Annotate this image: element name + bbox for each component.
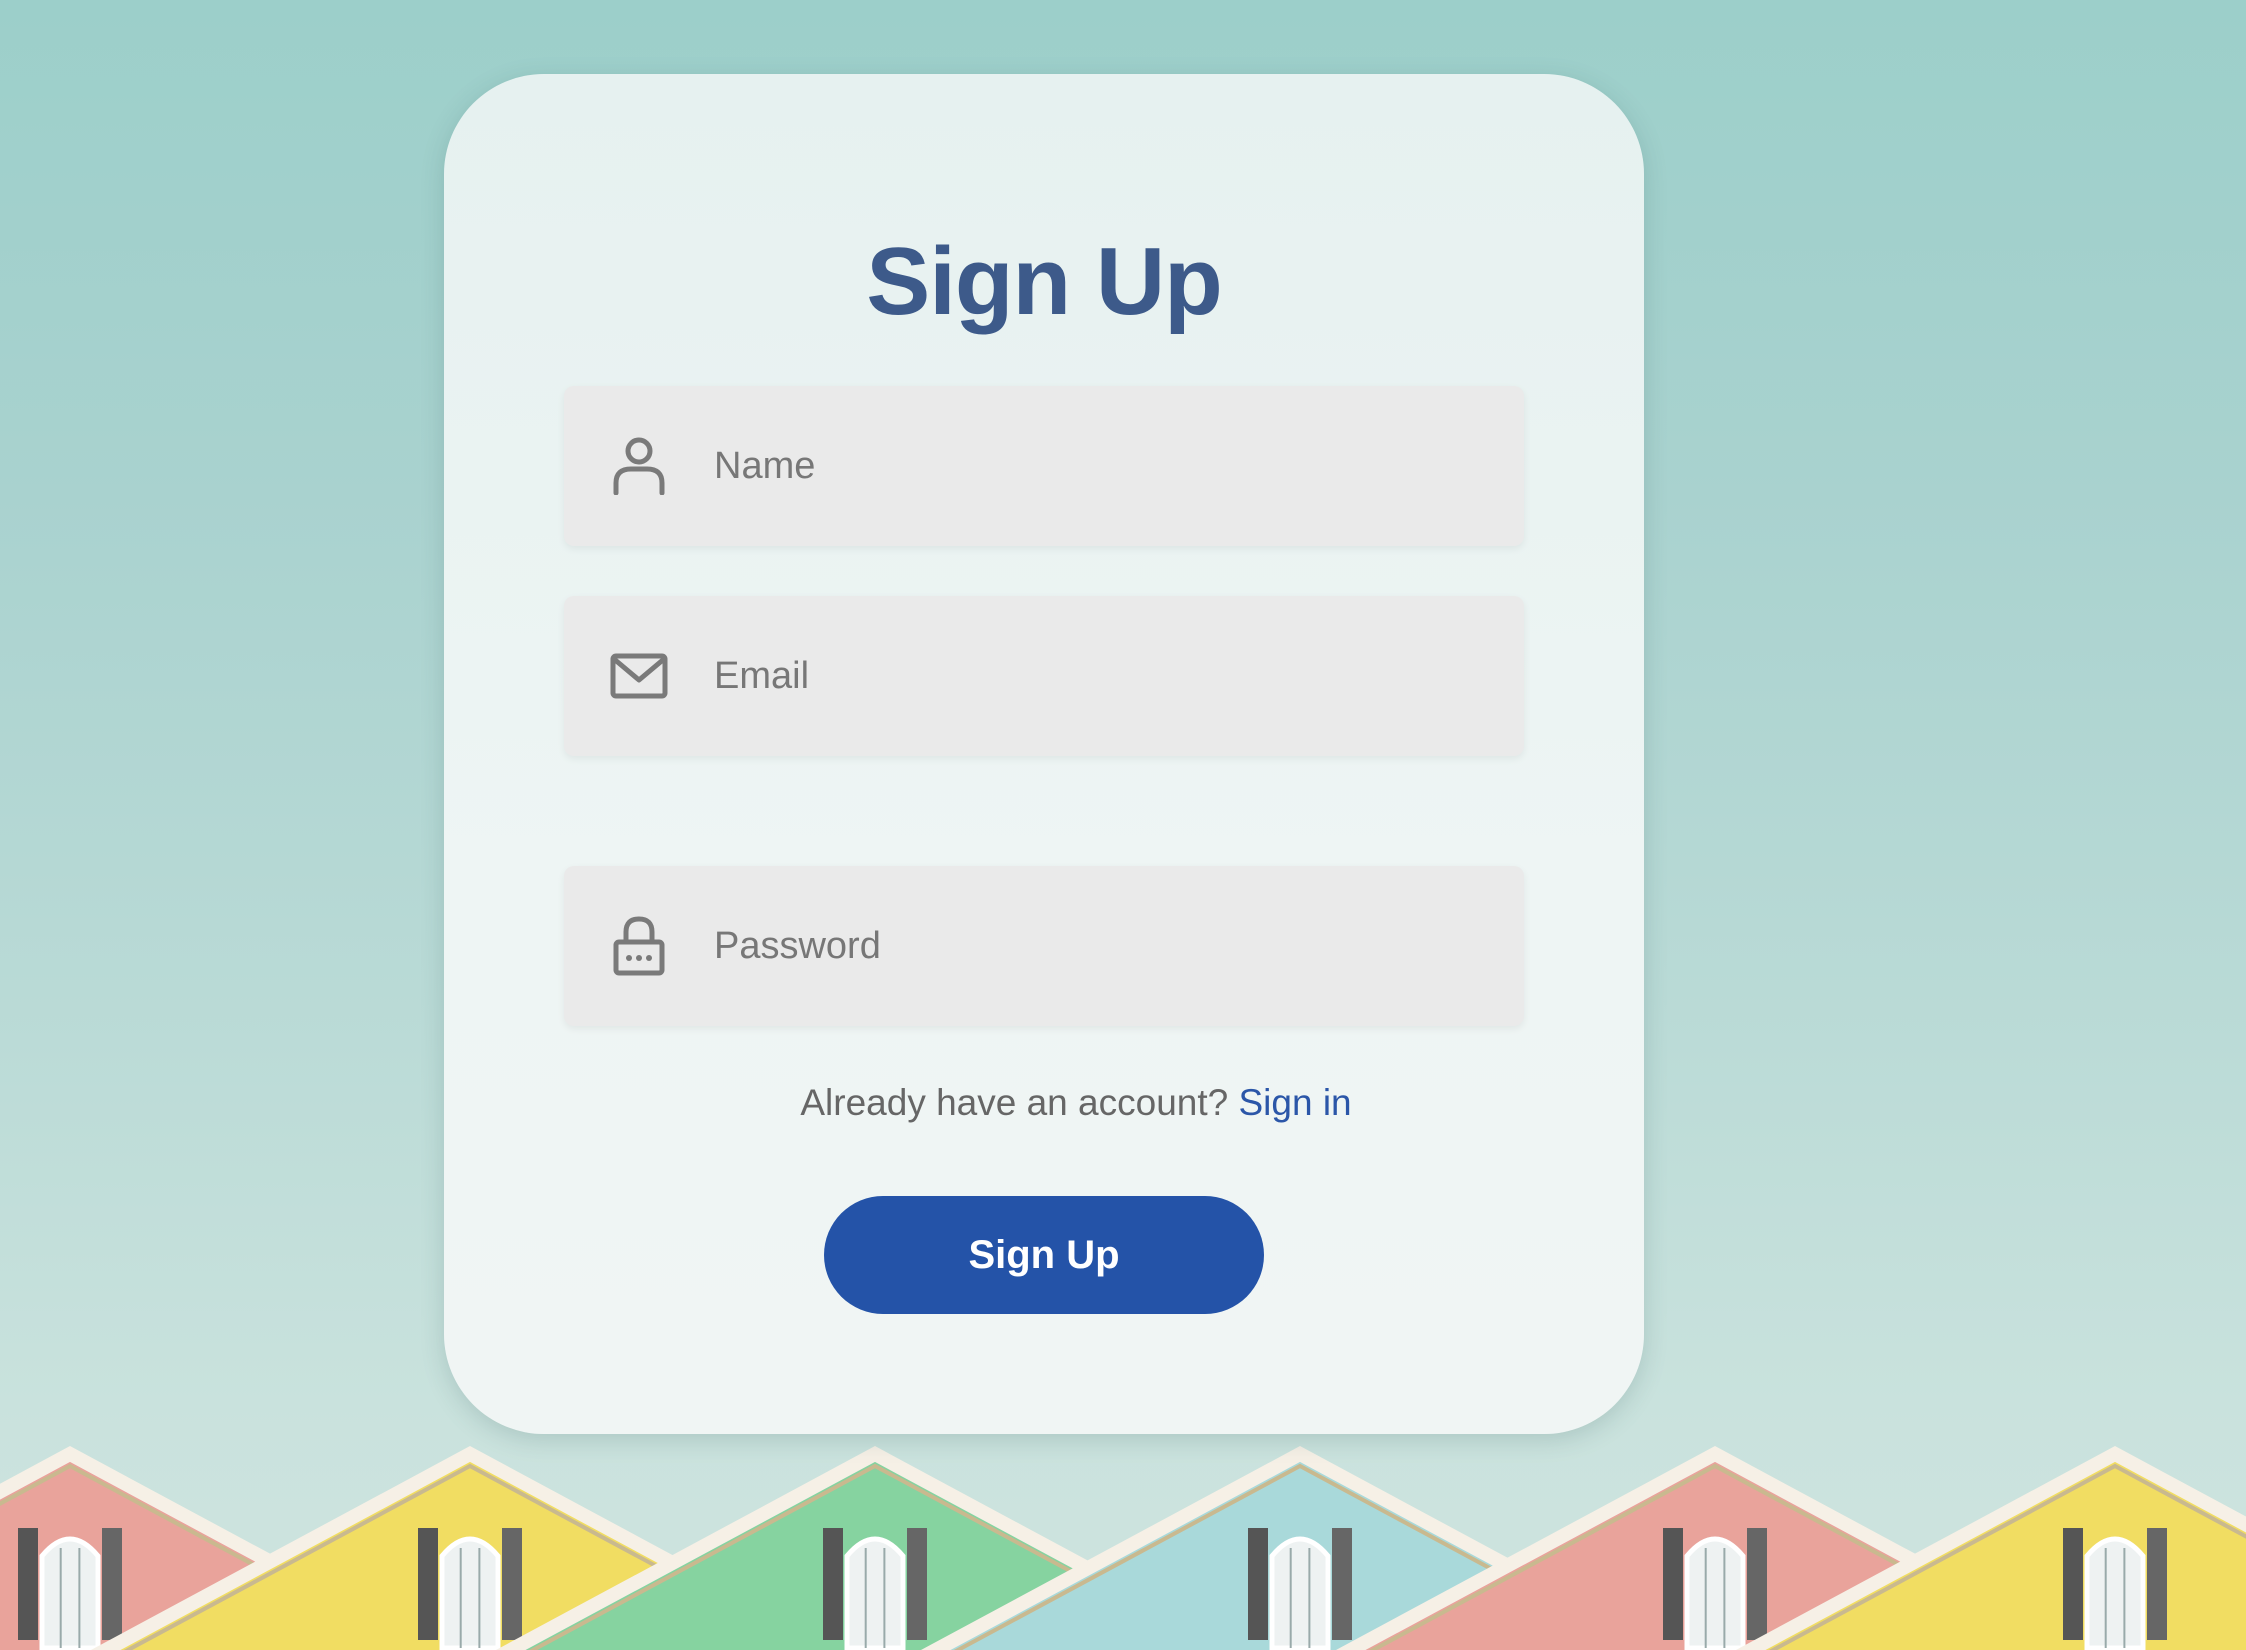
signup-button[interactable]: Sign Up bbox=[824, 1196, 1264, 1314]
signup-card: Sign Up Name Email Already have an accou… bbox=[444, 74, 1644, 1434]
name-input[interactable] bbox=[712, 425, 1476, 507]
lock-icon bbox=[610, 916, 668, 976]
mail-icon bbox=[610, 647, 668, 705]
rooftops-illustration bbox=[0, 1446, 2246, 1650]
password-input[interactable] bbox=[712, 905, 1476, 987]
email-input[interactable] bbox=[712, 635, 1476, 717]
user-icon bbox=[610, 437, 668, 495]
page-title: Sign Up bbox=[866, 228, 1223, 335]
name-field[interactable] bbox=[564, 386, 1524, 546]
email-field[interactable] bbox=[564, 596, 1524, 756]
signin-prompt-row: Already have an account? Sign in bbox=[444, 1082, 1644, 1124]
signin-prompt: Already have an account? bbox=[800, 1082, 1239, 1123]
password-field[interactable] bbox=[564, 866, 1524, 1026]
signin-link[interactable]: Sign in bbox=[1239, 1082, 1352, 1123]
